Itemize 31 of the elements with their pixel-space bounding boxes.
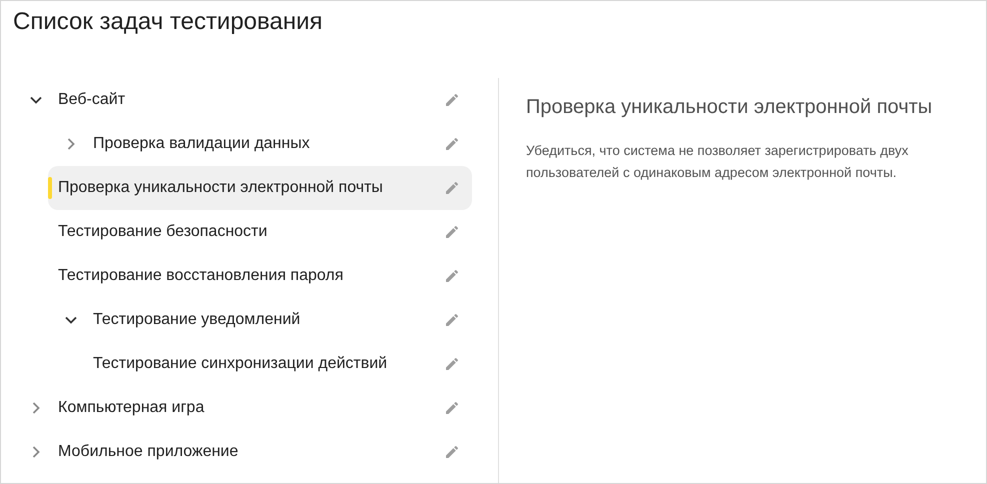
tree-item-label: Тестирование уведомлений — [93, 310, 302, 330]
selection-bar — [48, 177, 52, 199]
pencil-icon[interactable] — [444, 400, 460, 416]
tree-item[interactable]: Тестирование синхронизации действий — [83, 342, 472, 386]
pencil-icon[interactable] — [444, 92, 460, 108]
tree-item[interactable]: Тестирование восстановления пароля — [48, 254, 472, 298]
pencil-icon[interactable] — [444, 444, 460, 460]
tree-item[interactable]: Мобильное приложение — [18, 430, 472, 474]
tree-item[interactable]: Тестирование уведомлений — [53, 298, 472, 342]
tree-item[interactable]: Проверка уникальности электронной почты — [48, 166, 472, 210]
detail-description: Убедиться, что система не позволяет зарегистрировать двух пользователей с одинаковым адресом электронной почты. — [526, 142, 910, 182]
pencil-icon[interactable] — [444, 356, 460, 372]
tree-item-label: Тестирование восстановления пароля — [58, 266, 344, 286]
pencil-icon[interactable] — [444, 312, 460, 328]
tree-item-label: Проверка валидации данных — [93, 134, 311, 154]
tree-item[interactable]: Веб-сайт — [18, 78, 472, 122]
pencil-icon[interactable] — [444, 136, 460, 152]
pencil-icon[interactable] — [444, 268, 460, 284]
pencil-icon[interactable] — [444, 180, 460, 196]
tree-item-label: Компьютерная игра — [58, 398, 206, 418]
tree-item-label: Тестирование синхронизации действий — [93, 354, 388, 374]
tree-item[interactable]: Компьютерная игра — [18, 386, 472, 430]
page-title: Список задач тестирования — [13, 7, 323, 37]
detail-title: Проверка уникальности электронной почты — [526, 95, 934, 120]
pencil-icon[interactable] — [444, 224, 460, 240]
tree-item-label: Проверка уникальности электронной почты — [58, 178, 384, 198]
tree-item[interactable]: Проверка валидации данных — [53, 122, 472, 166]
tree-item[interactable]: Тестирование безопасности — [48, 210, 472, 254]
tree-item-label: Тестирование безопасности — [58, 222, 268, 242]
tree-item-label: Мобильное приложение — [58, 442, 240, 462]
tree-item-label: Веб-сайт — [58, 90, 126, 110]
